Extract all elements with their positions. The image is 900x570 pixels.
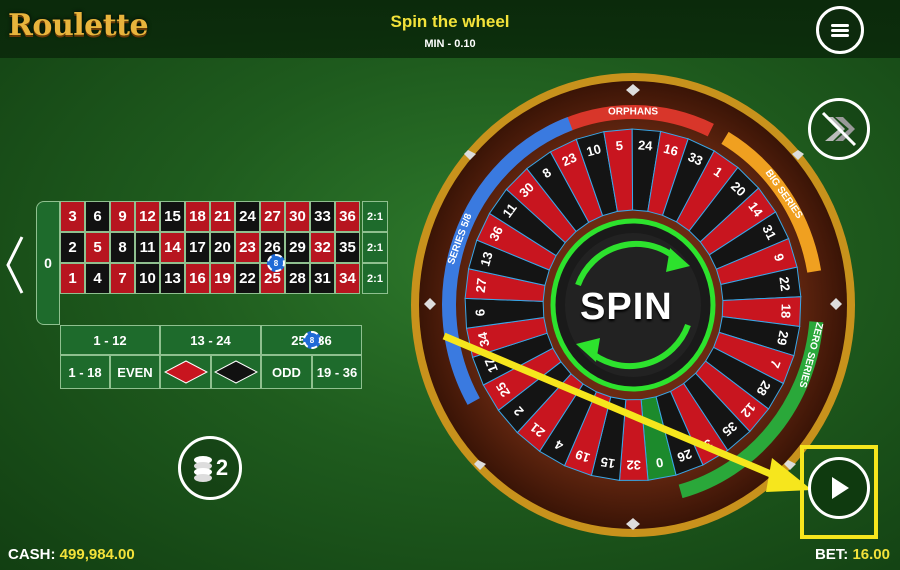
bet-cell-22[interactable]: 22 [235,263,260,294]
play-icon [832,477,849,499]
bet-cell-23[interactable]: 23 [235,232,260,263]
number-grid: 3 6 9 12 15 18 21 24 27 30 33 36 2 5 8 11 14 17 20 23 26 29 32… [60,201,362,325]
min-bet-label: MIN - 0.10 [424,38,476,50]
bet-display: BET: 16.00 [815,546,890,563]
wheel-number: 6 [472,309,487,317]
black-diamond-icon [214,360,258,384]
bet-cell-11[interactable]: 11 [135,232,160,263]
red-bet[interactable] [160,355,211,389]
bet-cell-36[interactable]: 36 [335,201,360,232]
wheel-number: 22 [776,276,793,292]
bet-cell-3[interactable]: 3 [60,201,85,232]
bet-cell-33[interactable]: 33 [310,201,335,232]
bet-cell-28[interactable]: 28 [285,263,310,294]
bet-cell-13[interactable]: 13 [160,263,185,294]
bet-cell-17[interactable]: 17 [185,232,210,263]
column-bet-bottom[interactable]: 2:1 [362,263,388,294]
odd-bet[interactable]: ODD [261,355,312,389]
bet-chip[interactable]: 8 [303,331,321,349]
chip-count: 2 [215,455,229,480]
high-bet[interactable]: 19 - 36 [312,355,362,389]
column-bet-middle[interactable]: 2:1 [362,232,388,263]
play-button[interactable] [808,457,870,519]
page-title: Spin the wheel [390,12,510,31]
bet-cell-32[interactable]: 32 [310,232,335,263]
top-bar: Roulette Spin the wheel MIN - 0.10 [0,0,900,58]
bet-cell-15[interactable]: 15 [160,201,185,232]
bet-cell-9[interactable]: 9 [110,201,135,232]
bet-cell-35[interactable]: 35 [335,232,360,263]
bet-cell-19[interactable]: 19 [210,263,235,294]
tutorial-arrow-icon [442,332,812,492]
bet-cell-2[interactable]: 2 [60,232,85,263]
wheel-number: 24 [637,137,653,153]
bet-cell-6[interactable]: 6 [85,201,110,232]
low-bet[interactable]: 1 - 18 [60,355,110,389]
bet-label: BET: [814,546,849,563]
bet-cell-18[interactable]: 18 [185,201,210,232]
bet-cell-30[interactable]: 30 [285,201,310,232]
black-bet[interactable] [211,355,261,389]
cash-value: 499,984.00 [59,546,135,563]
wheel-number: 5 [615,138,624,154]
bet-cell-7[interactable]: 7 [110,263,135,294]
wheel-section-label: ORPHANS [608,107,658,118]
wheel-number: 27 [473,277,490,293]
bet-cell-10[interactable]: 10 [135,263,160,294]
dozen-bet-2[interactable]: 13 - 24 [160,325,261,355]
bet-cell-20[interactable]: 20 [210,232,235,263]
bet-cell-21[interactable]: 21 [210,201,235,232]
bet-cell-27[interactable]: 27 [260,201,285,232]
bet-cell-34[interactable]: 34 [335,263,360,294]
bet-value: 16.00 [852,546,890,563]
chip-selector-button[interactable]: 2 [178,436,242,500]
bet-cell-31[interactable]: 31 [310,263,335,294]
bet-cell-8[interactable]: 8 [110,232,135,263]
bet-chip[interactable]: 8 [267,254,285,272]
cash-label: CASH: [8,546,56,563]
column-bet-top[interactable]: 2:1 [362,201,388,232]
dozen-bet-1[interactable]: 1 - 12 [60,325,160,355]
bet-cell-12[interactable]: 12 [135,201,160,232]
chevron-left-icon[interactable] [4,233,26,297]
bet-cell-24[interactable]: 24 [235,201,260,232]
bet-cell-16[interactable]: 16 [185,263,210,294]
bet-cell-zero[interactable]: 0 [36,201,60,325]
bet-cell-4[interactable]: 4 [85,263,110,294]
wheel-number: 18 [778,304,794,319]
bet-cell-5[interactable]: 5 [85,232,110,263]
menu-button[interactable] [816,6,864,54]
red-diamond-icon [163,360,208,384]
chip-stack-icon [193,456,212,482]
bet-cell-29[interactable]: 29 [285,232,310,263]
spin-button-label[interactable]: SPIN [580,286,672,329]
even-bet[interactable]: EVEN [110,355,160,389]
cash-display: CASH: 499,984.00 [8,546,135,563]
bet-cell-14[interactable]: 14 [160,232,185,263]
hamburger-menu-icon [831,22,849,39]
bet-cell-1[interactable]: 1 [60,263,85,294]
